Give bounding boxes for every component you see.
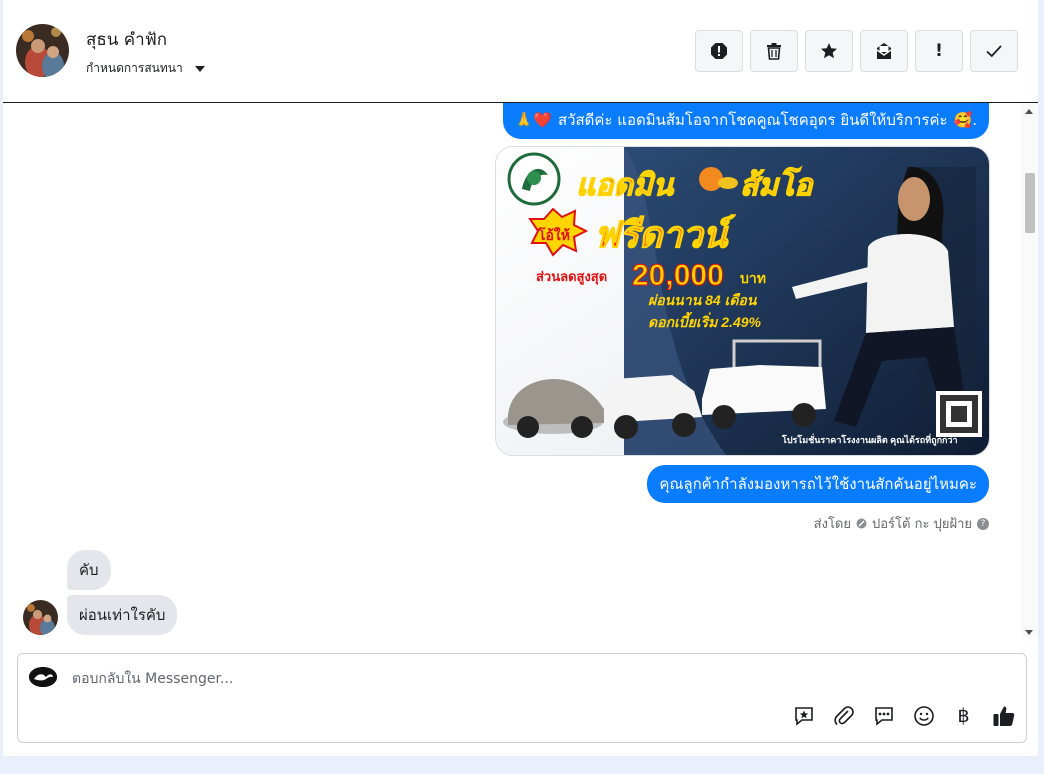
mark-unread-button[interactable] xyxy=(860,30,908,72)
follow-up-button[interactable]: ! xyxy=(915,30,963,72)
exclamation-icon: ! xyxy=(935,41,943,61)
emoji-icon xyxy=(913,705,934,726)
sent-by-label: ส่งโดย xyxy=(813,517,851,532)
scroll-down-arrow-icon[interactable] xyxy=(1025,630,1033,635)
emoji-button[interactable] xyxy=(911,703,936,728)
delete-button[interactable] xyxy=(750,30,798,72)
baht-icon: ฿ xyxy=(957,704,970,727)
promo-title-somo: ส้มโอ xyxy=(740,167,814,202)
caret-down-icon xyxy=(194,65,205,72)
promo-installment: ผ่อนนาน 84 เดือน xyxy=(648,292,758,308)
incoming-message[interactable]: คับ xyxy=(67,550,111,590)
star-icon xyxy=(821,43,837,59)
promo-footer: โปรโมชั่นราคาโรงงานผลิต คุณได้รถที่ถูกกว… xyxy=(781,433,958,446)
like-button[interactable] xyxy=(991,703,1016,728)
contact-avatar[interactable] xyxy=(16,24,69,77)
contact-avatar-small[interactable] xyxy=(23,600,58,635)
mark-spam-button[interactable] xyxy=(695,30,743,72)
conversation-header: สุธน คำฟัก กำหนดการสนทนา ! xyxy=(3,0,1038,103)
sent-by-name[interactable]: ปอร์โต้ กะ ปุยฝ้าย xyxy=(872,513,972,534)
promo-title-admin: แอดมิน xyxy=(576,169,675,202)
spam-icon xyxy=(711,43,727,59)
attach-button[interactable] xyxy=(831,703,856,728)
trash-icon xyxy=(767,43,781,60)
promo-badge: โอ้ให้ xyxy=(537,226,570,243)
contact-name[interactable]: สุธน คำฟัก xyxy=(86,26,167,53)
promo-headline: ฟรีดาวน์ xyxy=(594,214,736,255)
message-thread: 🙏❤️ สวัสดีค่ะ แอดมินส้มโอจากโชคคูณโชคอุด… xyxy=(3,103,1038,638)
smiling-hearts-emoji: 🥰. xyxy=(953,111,977,129)
quick-replies-button[interactable] xyxy=(871,703,896,728)
payment-button[interactable]: ฿ xyxy=(951,703,976,728)
check-icon xyxy=(986,45,1002,58)
help-icon[interactable]: ? xyxy=(977,517,989,530)
attachment-icon xyxy=(833,705,854,725)
outgoing-message-question[interactable]: คุณลูกค้ากำลังมองหารถไว้ใช้งานสักคันอยู่… xyxy=(647,465,989,503)
scroll-up-arrow-icon[interactable] xyxy=(1025,109,1033,114)
reply-composer: ฿ xyxy=(17,653,1027,743)
composer-tools: ฿ xyxy=(791,703,1016,728)
promo-interest: ดอกเบี้ยเริ่ม 2.49% xyxy=(648,311,762,330)
saved-reply-icon xyxy=(794,706,813,726)
header-actions: ! xyxy=(695,30,1018,72)
message-text: สวัสดีค่ะ แอดมินส้มโอจากโชคคูณโชคอุดร ยิ… xyxy=(557,111,948,129)
mark-done-button[interactable] xyxy=(970,30,1018,72)
scroll-thumb[interactable] xyxy=(1025,173,1035,233)
conversation-settings-label: กำหนดการสนทนา xyxy=(86,61,183,75)
admin-badge-icon xyxy=(856,518,867,529)
promo-image-message[interactable]: แอดมิน ส้มโอ โอ้ให้ ฟรีดาวน์ ส่วนลดสูงสุ… xyxy=(495,146,990,456)
reply-input[interactable] xyxy=(70,666,974,692)
promo-discount-unit: บาท xyxy=(740,270,766,286)
outgoing-message-greeting[interactable]: 🙏❤️ สวัสดีค่ะ แอดมินส้มโอจากโชคคูณโชคอุด… xyxy=(502,103,989,139)
thread-scrollbar[interactable] xyxy=(1021,103,1038,638)
chat-icon xyxy=(874,706,893,726)
star-button[interactable] xyxy=(805,30,853,72)
sent-by-info: ส่งโดย ปอร์โต้ กะ ปุยฝ้าย ? xyxy=(814,513,989,534)
promo-discount-label: ส่วนลดสูงสุด xyxy=(536,269,607,285)
page-logo xyxy=(29,667,57,687)
pray-heart-emoji: 🙏❤️ xyxy=(514,111,552,129)
promo-discount-amount: 20,000 xyxy=(632,259,724,292)
conversation-panel: สุธน คำฟัก กำหนดการสนทนา ! 🙏❤️ สวัสดีค่ะ… xyxy=(3,0,1038,756)
mark-unread-icon xyxy=(876,43,892,59)
thumbs-up-icon xyxy=(993,706,1014,726)
saved-replies-button[interactable] xyxy=(791,703,816,728)
incoming-message[interactable]: ผ่อนเท่าใรคับ xyxy=(67,595,178,635)
conversation-settings-dropdown[interactable]: กำหนดการสนทนา xyxy=(86,59,205,78)
